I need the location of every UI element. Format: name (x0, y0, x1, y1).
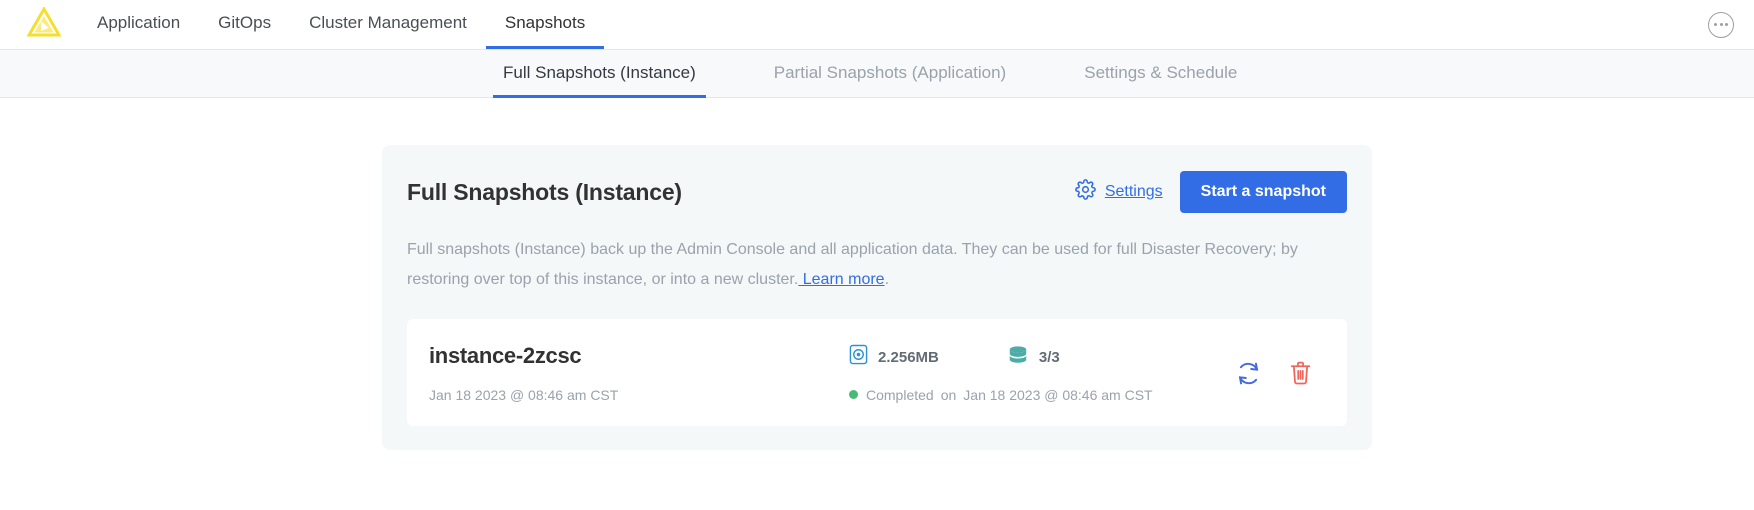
sub-navigation-tabs: Full Snapshots (Instance) Partial Snapsh… (0, 50, 1754, 98)
tab-full-snapshots[interactable]: Full Snapshots (Instance) (493, 50, 706, 98)
panel-actions: Settings Start a snapshot (1075, 171, 1347, 213)
snapshot-identity: instance-2zcsc Jan 18 2023 @ 08:46 am CS… (429, 343, 849, 403)
snapshot-finished-at: Jan 18 2023 @ 08:46 am CST (963, 387, 1152, 403)
panel-header: Full Snapshots (Instance) Settings Start… (407, 171, 1347, 213)
snapshot-volumes-metric: 3/3 (1007, 344, 1060, 371)
tab-label: Settings & Schedule (1084, 63, 1237, 83)
restore-icon[interactable] (1235, 360, 1262, 387)
snapshot-name: instance-2zcsc (429, 343, 849, 369)
snapshot-size-metric: 2.256MB (849, 344, 939, 370)
tab-partial-snapshots[interactable]: Partial Snapshots (Application) (764, 50, 1016, 98)
nav-item-gitops[interactable]: GitOps (199, 0, 290, 49)
tab-label: Full Snapshots (Instance) (503, 63, 696, 83)
app-logo[interactable] (0, 0, 78, 49)
learn-more-link[interactable]: Learn more (798, 271, 884, 288)
gear-icon (1075, 179, 1096, 205)
snapshot-volumes-value: 3/3 (1039, 349, 1060, 366)
panel-description: Full snapshots (Instance) back up the Ad… (407, 235, 1347, 295)
snapshot-row[interactable]: instance-2zcsc Jan 18 2023 @ 08:46 am CS… (407, 319, 1347, 426)
nav-item-application[interactable]: Application (78, 0, 199, 49)
trash-icon[interactable] (1288, 360, 1313, 387)
nav-item-cluster-management[interactable]: Cluster Management (290, 0, 486, 49)
tab-label: Partial Snapshots (Application) (774, 63, 1006, 83)
nav-item-snapshots[interactable]: Snapshots (486, 0, 604, 49)
main-nav-items: Application GitOps Cluster Management Sn… (78, 0, 604, 49)
more-options-icon[interactable] (1708, 12, 1734, 38)
main-content: Full Snapshots (Instance) Settings Start… (0, 98, 1754, 450)
snapshot-size-value: 2.256MB (878, 349, 939, 366)
triangle-logo-icon (27, 7, 61, 42)
nav-item-label: Application (97, 13, 180, 33)
top-nav-right-actions (1708, 0, 1734, 49)
snapshot-row-actions (1235, 360, 1323, 387)
settings-link[interactable]: Settings (1075, 179, 1163, 205)
snapshot-started-at: Jan 18 2023 @ 08:46 am CST (429, 387, 849, 403)
nav-item-label: Cluster Management (309, 13, 467, 33)
status-prefix: on (941, 387, 957, 403)
status-badge: Completed (866, 387, 934, 403)
page-title: Full Snapshots (Instance) (407, 179, 682, 206)
top-navigation-bar: Application GitOps Cluster Management Sn… (0, 0, 1754, 50)
more-options-dots (1714, 23, 1728, 26)
database-icon (1007, 344, 1029, 371)
start-a-snapshot-button[interactable]: Start a snapshot (1180, 171, 1347, 213)
disk-icon (849, 344, 868, 370)
snapshot-details: 2.256MB 3/3 (849, 344, 1235, 403)
snapshot-status: Completed on Jan 18 2023 @ 08:46 am CST (849, 387, 1235, 403)
nav-item-label: GitOps (218, 13, 271, 33)
nav-item-label: Snapshots (505, 13, 585, 33)
settings-link-label: Settings (1105, 183, 1163, 201)
panel-description-period: . (885, 271, 889, 288)
snapshot-metrics: 2.256MB 3/3 (849, 344, 1235, 371)
status-dot-icon (849, 390, 858, 399)
full-snapshots-panel: Full Snapshots (Instance) Settings Start… (382, 145, 1372, 450)
tab-settings-schedule[interactable]: Settings & Schedule (1074, 50, 1247, 98)
